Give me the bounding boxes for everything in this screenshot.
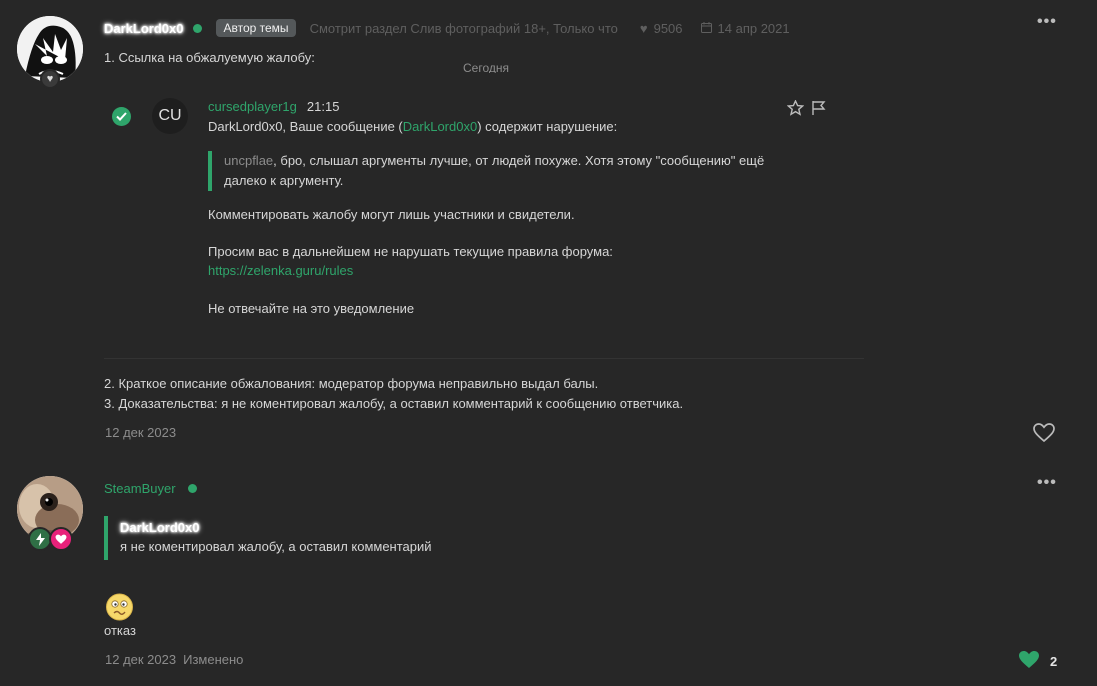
embed-paragraph-1: Комментировать жалобу могут лишь участни… [208, 207, 575, 222]
like-control[interactable]: 2 [1018, 650, 1057, 673]
embedded-screenshot: CU cursedplayer1g 21:15 DarkLord0x0, Ваш… [104, 74, 864, 362]
embed-bottom-border [104, 358, 864, 359]
online-indicator [193, 23, 203, 33]
confused-emoji-icon [105, 593, 134, 621]
like-count: 2 [1050, 654, 1058, 669]
embed-username[interactable]: cursedplayer1g [208, 99, 297, 114]
post-line-1: 1. Ссылка на обжалуемую жалобу: [104, 50, 315, 65]
heart-icon[interactable] [1018, 650, 1040, 673]
online-indicator [187, 484, 197, 493]
likes-count: 9506 [653, 20, 683, 36]
heart-icon [49, 527, 73, 551]
calendar-icon [700, 21, 712, 36]
embed-quote: uncpflae, бро, слышал аргументы лучше, о… [208, 151, 808, 191]
more-dots-icon[interactable]: ••• [1037, 13, 1057, 31]
quote-text: я не коментировал жалобу, а оставил комм… [120, 539, 432, 554]
post-date[interactable]: 12 дек 2023 [105, 425, 176, 440]
flag-icon[interactable] [811, 100, 826, 119]
violation-text-post: ) содержит нарушение: [477, 119, 618, 134]
embed-paragraph-2: Просим вас в дальнейшем не нарушать теку… [208, 244, 613, 259]
edited-label[interactable]: Изменено [183, 652, 243, 667]
embed-violation-line: DarkLord0x0, Ваше сообщение (DarkLord0x0… [208, 117, 617, 137]
violation-text-pre: DarkLord0x0, Ваше сообщение ( [208, 119, 403, 134]
author-badge: Автор темы [216, 19, 296, 37]
post-header: DarkLord0x0 Автор темы Смотрит раздел Сл… [104, 19, 790, 37]
author-name[interactable]: SteamBuyer [104, 481, 176, 496]
star-icon[interactable] [786, 99, 805, 119]
violation-link[interactable]: DarkLord0x0 [403, 119, 477, 134]
post-line-2: 2. Краткое описание обжалования: модерат… [104, 376, 599, 391]
embed-header: cursedplayer1g 21:15 [208, 99, 339, 114]
check-circle-icon [112, 107, 131, 126]
heart-icon: ♥ [639, 20, 648, 36]
likes-stat: ♥ 9506 [640, 21, 683, 36]
post-header: SteamBuyer [104, 481, 197, 496]
more-dots-icon[interactable]: ••• [1037, 474, 1057, 492]
quote-username[interactable]: uncpflae [224, 153, 273, 168]
post-footer: 12 дек 2023 Изменено [105, 652, 243, 667]
reg-date-stat: 14 апр 2021 [700, 20, 790, 36]
avatar-heart-badge: ♥ [40, 69, 60, 89]
embed-avatar: CU [152, 98, 188, 134]
viewing-status: Смотрит раздел Слив фотографий 18+, Толь… [309, 20, 618, 36]
author-name[interactable]: DarkLord0x0 [104, 21, 183, 36]
reg-date: 14 апр 2021 [717, 20, 790, 36]
today-divider-label: Сегодня [463, 61, 509, 73]
author-avatar[interactable]: ♥ [17, 16, 83, 89]
author-avatar[interactable] [17, 476, 83, 551]
reply-text: отказ [104, 623, 136, 638]
quote-author[interactable]: DarkLord0x0 [120, 519, 432, 537]
rules-link[interactable]: https://zelenka.guru/rules [208, 261, 353, 281]
post-date[interactable]: 12 дек 2023 [105, 652, 176, 667]
reply-quote: DarkLord0x0 я не коментировал жалобу, а … [104, 516, 432, 560]
heart-icon: ♥ [46, 72, 54, 85]
embed-time: 21:15 [306, 99, 340, 114]
like-heart-icon[interactable] [1033, 423, 1055, 446]
quote-text-1: , бро, слышал аргументы лучше, от людей … [273, 153, 765, 168]
post-line-3: 3. Доказательства: я не коментировал жал… [104, 396, 684, 411]
quote-text-2: далеко к аргументу. [224, 173, 344, 188]
embed-paragraph-3: Не отвечайте на это уведомление [208, 301, 415, 316]
